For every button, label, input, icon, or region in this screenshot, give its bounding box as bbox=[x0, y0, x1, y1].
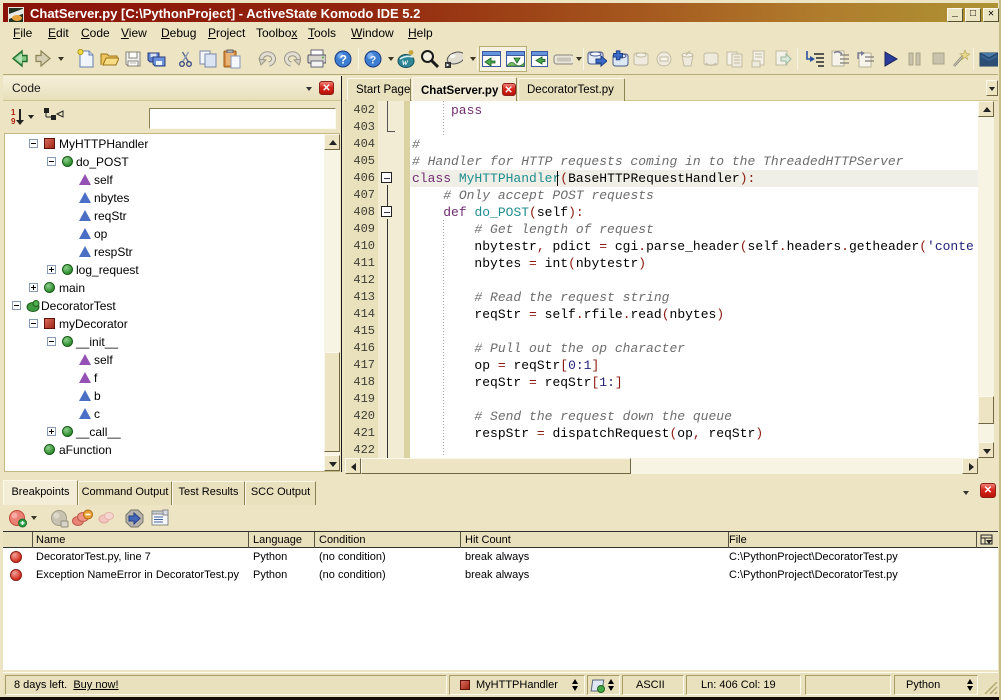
svg-text:1: 1 bbox=[11, 108, 16, 117]
svg-text:?: ? bbox=[370, 55, 377, 67]
svg-text:?: ? bbox=[340, 53, 347, 67]
svg-text:9: 9 bbox=[11, 117, 16, 126]
svg-text:w: w bbox=[402, 57, 409, 67]
